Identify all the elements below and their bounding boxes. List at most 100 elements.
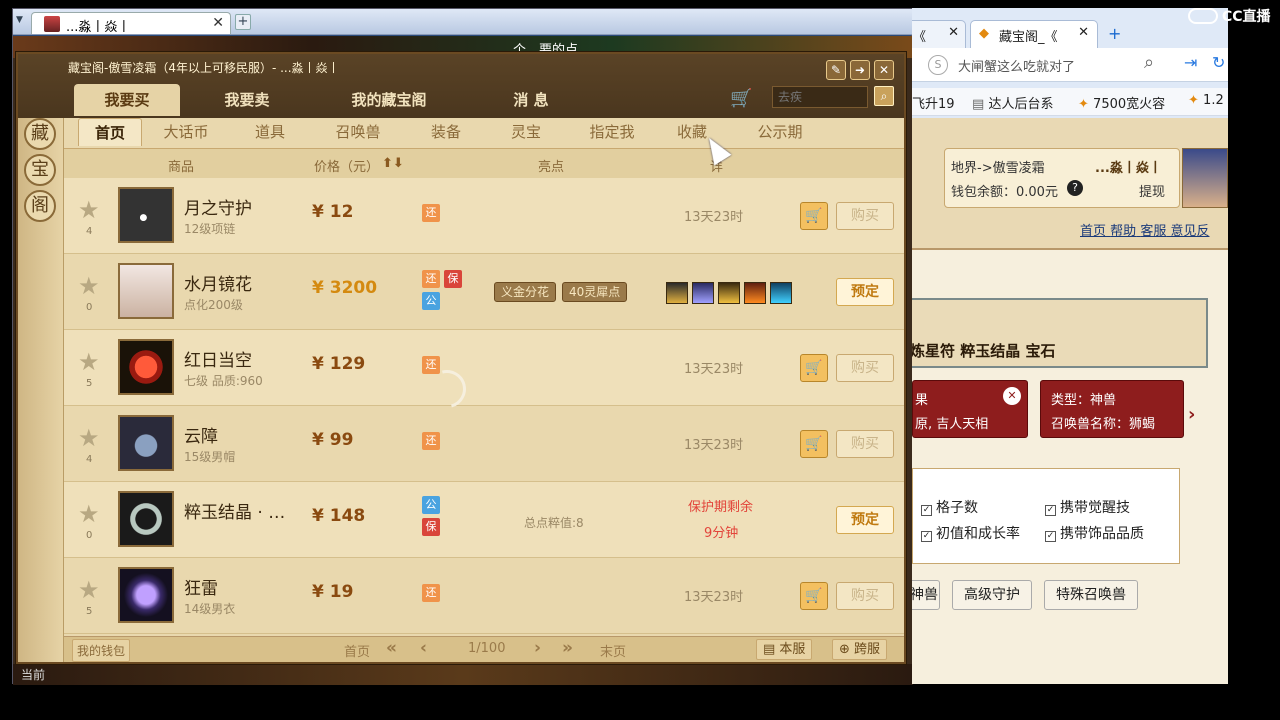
tab-lingbao[interactable]: 灵宝: [494, 118, 558, 146]
reserve-button[interactable]: 预定: [836, 506, 894, 534]
popout-icon[interactable]: ➜: [850, 60, 870, 80]
treasure-dialog: 藏 宝 阁 藏宝阁-傲雪凌霜（4年以上可移民服）- ...淼丨焱丨 ✎ ➜ ✕ 我要…: [16, 52, 906, 664]
item-thumbnail: [118, 263, 174, 319]
search-icon[interactable]: ⌕: [874, 86, 894, 106]
bargain-badge: 还: [422, 270, 440, 288]
search-icon[interactable]: ⌕: [1144, 52, 1154, 73]
filter-card[interactable]: 类型：神兽 召唤兽名称：狮蝎: [1040, 380, 1184, 438]
add-to-cart-button[interactable]: 🛒: [800, 430, 828, 458]
tab-home[interactable]: 首页: [78, 118, 142, 146]
favorite-star-icon[interactable]: ★: [78, 274, 100, 298]
this-server-button[interactable]: ▤ 本服: [756, 639, 813, 660]
public-badge: 公: [422, 292, 440, 310]
close-icon[interactable]: ✕: [212, 15, 224, 31]
tab-menu-icon[interactable]: ▼: [16, 15, 28, 29]
edit-icon[interactable]: ✎: [826, 60, 846, 80]
address-bar[interactable]: S 大闸蟹这么吃就对了 ⌕ ⇥ ↻: [912, 48, 1228, 82]
refresh-icon[interactable]: ↻: [1212, 53, 1225, 72]
cross-server-button[interactable]: ⊕ 跨服: [832, 639, 888, 660]
favorite-star-icon[interactable]: ★: [78, 502, 100, 526]
option-checkbox[interactable]: ✓ 初值和成长率: [921, 523, 1020, 543]
protect-badge: 保: [444, 270, 462, 288]
skill-icon: [666, 282, 688, 304]
wallet-button[interactable]: 我的钱包: [72, 639, 131, 662]
filter-categories[interactable]: 炼星符 粹玉结晶 宝石: [912, 340, 1055, 361]
pet-filter-button[interactable]: 高级守护: [952, 580, 1032, 610]
bookmark-item[interactable]: 飞升19: [912, 93, 955, 112]
option-checkbox[interactable]: ✓ 携带觉醒技: [1045, 497, 1130, 517]
tab-items[interactable]: 道具: [238, 118, 302, 146]
help-icon[interactable]: ?: [1067, 180, 1083, 196]
tab-currency[interactable]: 大话币: [154, 118, 218, 146]
list-item[interactable]: ★ 4 月之守护 12级项链 ¥ 12 还 13天23时 🛒 购买: [64, 178, 904, 254]
favorite-star-icon[interactable]: ★: [78, 578, 100, 602]
browser-tab[interactable]: 《 ✕: [912, 20, 966, 48]
pet-filter-button[interactable]: 特殊召唤兽: [1044, 580, 1138, 610]
favorite-star-icon[interactable]: ★: [78, 350, 100, 374]
tab-messages[interactable]: 消 息: [476, 84, 586, 116]
col-price[interactable]: 价格（元）: [314, 156, 379, 175]
login-icon[interactable]: ⇥: [1184, 53, 1197, 72]
filter-card[interactable]: 果 原, 吉人天相 ✕: [912, 380, 1028, 438]
tab-my-treasure[interactable]: 我的藏宝阁: [314, 84, 464, 116]
list-item[interactable]: ★ 4 云障 15级男帽 ¥ 99 还 13天23时 🛒 购买: [64, 406, 904, 482]
bookmark-item[interactable]: ✦ 1.2: [1188, 93, 1224, 108]
tab-sell[interactable]: 我要卖: [192, 84, 302, 116]
close-icon[interactable]: ✕: [1078, 25, 1089, 40]
list-item[interactable]: ★ 5 红日当空 七级 品质:960 ¥ 129 还 13天23时 🛒 购买: [64, 330, 904, 406]
close-icon[interactable]: ✕: [1003, 387, 1021, 405]
tab-equipment[interactable]: 装备: [414, 118, 478, 146]
buy-button[interactable]: 购买: [836, 354, 894, 382]
sort-arrows-icon[interactable]: ⬆⬇: [382, 156, 404, 171]
browser-tab-active[interactable]: ◆ 藏宝阁_《 ✕: [970, 20, 1098, 48]
last-page-link[interactable]: 末页: [600, 641, 626, 660]
cart-icon[interactable]: 🛒: [730, 88, 752, 109]
add-to-cart-button[interactable]: 🛒: [800, 582, 828, 610]
close-icon[interactable]: ✕: [874, 60, 894, 80]
add-to-cart-button[interactable]: 🛒: [800, 202, 828, 230]
time-left: 13天23时: [684, 438, 744, 453]
bookmark-item[interactable]: ✦ 7500宽火容: [1078, 93, 1165, 112]
chevron-left-icon[interactable]: ‹: [420, 638, 427, 658]
bargain-badge: 还: [422, 432, 440, 450]
bookmark-label: 7500宽火容: [1093, 97, 1166, 112]
list-item[interactable]: ★ 5 狂雷 14级男衣 ¥ 19 还 13天23时 🛒 购买: [64, 558, 904, 634]
home-link[interactable]: 首页: [1080, 224, 1106, 239]
withdraw-link[interactable]: 提现: [1139, 181, 1165, 200]
tab-pets[interactable]: 召唤兽: [316, 118, 400, 146]
close-icon[interactable]: ✕: [948, 25, 959, 40]
first-page-link[interactable]: 首页: [344, 641, 370, 660]
bookmark-item[interactable]: ▤ 达人后台系: [972, 93, 1053, 112]
tab-buy[interactable]: 我要买: [74, 84, 180, 116]
buy-button[interactable]: 购买: [836, 430, 894, 458]
game-tabbar: ▼ ...淼丨焱丨 ✕ +: [13, 9, 913, 35]
service-link[interactable]: 客服: [1140, 224, 1166, 239]
double-left-icon[interactable]: «: [386, 638, 397, 658]
new-tab-icon[interactable]: +: [1108, 24, 1121, 43]
help-link[interactable]: 帮助: [1110, 224, 1136, 239]
option-checkbox[interactable]: ✓ 携带饰品品质: [1045, 523, 1144, 543]
search-input[interactable]: [772, 86, 868, 108]
add-tab-icon[interactable]: +: [235, 14, 251, 30]
chevron-right-icon[interactable]: ›: [534, 638, 541, 658]
pet-filter-button[interactable]: 神兽: [912, 580, 940, 610]
favorite-star-icon[interactable]: ★: [78, 198, 100, 222]
buy-button[interactable]: 购买: [836, 202, 894, 230]
item-name: 狂雷: [184, 579, 218, 599]
tab-public[interactable]: 公示期: [738, 118, 822, 146]
address-text[interactable]: 大闸蟹这么吃就对了: [958, 56, 1075, 75]
favorite-count: 0: [86, 302, 93, 313]
list-item[interactable]: ★ 0 粹玉结晶 · 左⋯ ¥ 148 公 保 总点粹值:8 保护期剩余 9分钟…: [64, 482, 904, 558]
tab-designated[interactable]: 指定我: [570, 118, 654, 146]
add-to-cart-button[interactable]: 🛒: [800, 354, 828, 382]
tab-game[interactable]: ...淼丨焱丨 ✕: [31, 12, 231, 35]
list-item[interactable]: ★ 0 水月镜花 点化200级 ¥ 3200 还 保 公 义金分花 40灵犀点 …: [64, 254, 904, 330]
reserve-button[interactable]: 预定: [836, 278, 894, 306]
chevron-right-icon[interactable]: ›: [1188, 404, 1195, 425]
side-char: 藏: [24, 118, 56, 150]
favorite-star-icon[interactable]: ★: [78, 426, 100, 450]
option-checkbox[interactable]: ✓ 格子数: [921, 497, 978, 517]
feedback-link[interactable]: 意见反: [1170, 224, 1209, 239]
buy-button[interactable]: 购买: [836, 582, 894, 610]
double-right-icon[interactable]: »: [562, 638, 573, 658]
